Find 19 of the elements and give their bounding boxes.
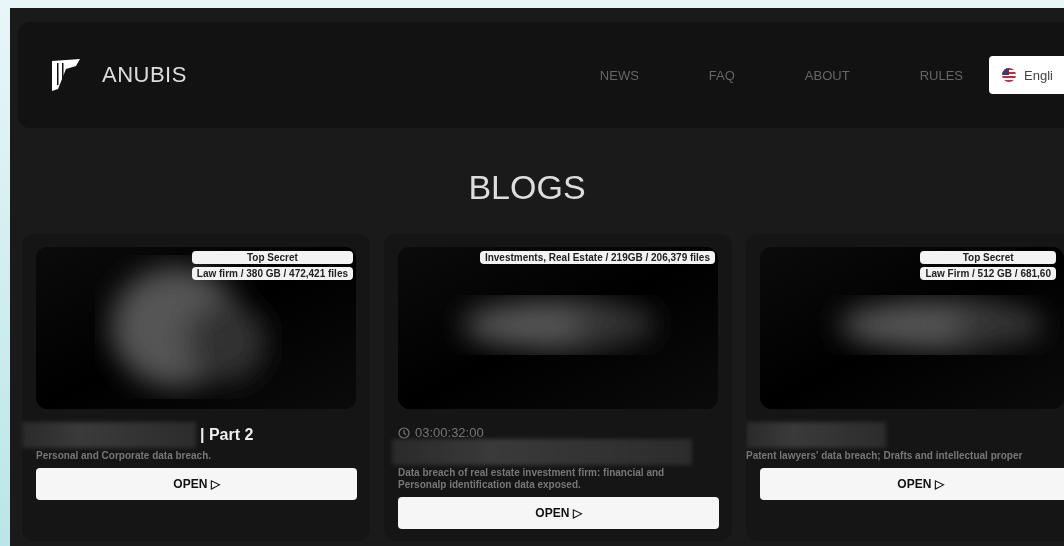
tag: Investments, Real Estate / 219GB / 206,379 files	[479, 251, 715, 264]
post-title: | Part 2	[200, 427, 254, 443]
tag: Law firm / 380 GB / 472,421 files	[191, 267, 353, 280]
open-button[interactable]: OPEN ▷	[760, 468, 1064, 500]
open-button[interactable]: OPEN ▷	[398, 497, 719, 529]
tag: Law Firm / 512 GB / 681,60	[920, 267, 1056, 280]
tag: Top Secret	[920, 251, 1056, 264]
post-description: Personal and Corporate data breach.	[36, 450, 213, 462]
tag: Top Secret	[191, 251, 353, 264]
flag-icon	[1001, 67, 1017, 83]
open-button[interactable]: OPEN ▷	[36, 468, 357, 500]
language-button[interactable]: Engli	[989, 56, 1064, 94]
clock-icon	[398, 426, 410, 439]
post-description: Data breach of real estate investment firm: financial and Personalp identification data exposed.	[398, 467, 666, 491]
logo-icon	[50, 57, 82, 93]
post-description: Patent lawyers' data breach; Drafts and intellectual proper	[746, 450, 1024, 462]
countdown-timer: 03:00:32:00	[415, 425, 484, 440]
brand-name: ANUBIS	[102, 62, 187, 88]
page-title: BLOGS	[467, 168, 587, 208]
